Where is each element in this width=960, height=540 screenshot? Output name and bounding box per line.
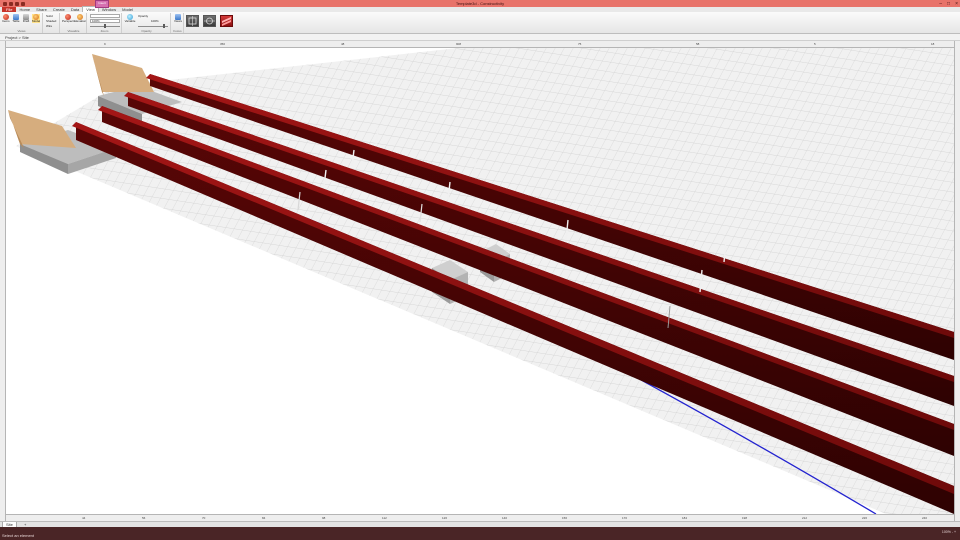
group-label-opacity: Opacity <box>141 29 152 33</box>
views-button[interactable]: Views <box>173 14 183 23</box>
draft-label: Draft <box>22 20 30 23</box>
model-view-icon <box>222 17 231 26</box>
style-option-wire[interactable]: Wire <box>46 24 52 28</box>
model-button[interactable]: Model <box>32 14 40 23</box>
status-bar: Select an element 100% - + <box>0 527 960 540</box>
ruler-bottom: 44 56 70 84 98 112 126 140 156 170 184 1… <box>6 514 954 521</box>
document-path-bar: Project > Site <box>0 34 960 41</box>
ruler-top-label: 908 <box>456 42 462 46</box>
ruler-bottom-label: 84 <box>262 516 266 520</box>
maximize-icon[interactable]: □ <box>947 1 950 7</box>
close-icon[interactable]: × <box>955 1 958 7</box>
ruler-bottom-label: 98 <box>322 516 326 520</box>
3d-scene[interactable] <box>6 48 954 514</box>
ribbon: Items Table Draft Model Views Solid Shad… <box>0 12 960 34</box>
ruler-bottom-label: 240 <box>922 516 928 520</box>
scale-combo[interactable]: 100% <box>90 19 120 23</box>
ruler-bottom-label: 70 <box>202 516 206 520</box>
views-label: Views <box>174 20 182 23</box>
ribbon-group-focus: Views Focus <box>172 13 184 33</box>
ruler-bottom-label: 140 <box>502 516 508 520</box>
section-view-thumbnail[interactable] <box>203 15 216 27</box>
draft-button[interactable]: Draft <box>22 14 30 23</box>
minimize-icon[interactable]: – <box>939 1 942 7</box>
perspective-button[interactable]: Perspective <box>62 14 74 23</box>
ruler-bottom-label: 126 <box>442 516 448 520</box>
ribbon-group-style: Solid Shaded Wire <box>44 13 60 33</box>
group-label-focus: Focus <box>173 29 182 33</box>
elevation-label: Elevation <box>74 20 86 23</box>
ribbon-group-opacity: Variable Opacity 100% Opacity <box>123 13 171 33</box>
ruler-bottom-label: 156 <box>562 516 568 520</box>
plan-view-icon <box>188 16 197 26</box>
status-zoom[interactable]: 100% - + <box>942 530 956 534</box>
window-controls: – □ × <box>939 0 958 7</box>
ruler-bottom-label: 212 <box>802 516 808 520</box>
model-viewport[interactable] <box>6 48 954 514</box>
model-view-thumbnail[interactable] <box>220 15 233 27</box>
ruler-right <box>954 41 960 521</box>
model-label: Model <box>32 20 40 23</box>
ruler-top-label: 48 <box>341 42 345 46</box>
window-title: Template3d - Constructivity <box>455 1 505 6</box>
table-label: Table <box>12 20 20 23</box>
ruler-bottom-label: 184 <box>682 516 688 520</box>
group-label-views: Views <box>17 29 26 33</box>
zoom-slider-handle[interactable] <box>104 24 106 28</box>
ruler-top-label: 5 <box>814 42 816 46</box>
table-button[interactable]: Table <box>12 14 20 23</box>
ruler-bottom-label: 56 <box>142 516 146 520</box>
ruler-bottom-label: 170 <box>622 516 628 520</box>
group-label-visualize: Visualize <box>67 29 80 33</box>
ruler-top-label: 9 <box>104 42 106 46</box>
plan-view-thumbnail[interactable] <box>186 15 199 27</box>
ruler-bottom-label: 112 <box>382 516 387 520</box>
context-tab-label: Insert <box>98 1 106 5</box>
items-button[interactable]: Items <box>2 14 10 23</box>
context-tab-insert[interactable]: Insert <box>95 0 109 8</box>
ruler-top-label: 350 <box>220 42 226 46</box>
ruler-top: 9 350 48 908 75 58 5 18 <box>6 41 954 48</box>
opacity-label: Opacity <box>138 14 149 18</box>
view-combo[interactable] <box>90 14 120 18</box>
ruler-bottom-label: 198 <box>742 516 748 520</box>
ruler-top-label: 58 <box>696 42 700 46</box>
elevation-button[interactable]: Elevation <box>74 14 86 23</box>
opacity-slider-handle[interactable] <box>163 24 165 28</box>
ruler-bottom-label: 226 <box>862 516 868 520</box>
perspective-label: Perspective <box>62 20 74 23</box>
ruler-top-label: 18 <box>931 42 935 46</box>
opacity-value: 100% <box>151 19 159 23</box>
breadcrumb[interactable]: Project > Site <box>5 35 29 40</box>
ruler-bottom-label: 44 <box>82 516 86 520</box>
group-label-zoom: Zoom <box>100 29 109 33</box>
ribbon-group-views: Items Table Draft Model Views <box>1 13 43 33</box>
title-bar: Template3d - Constructivity – □ × <box>0 0 960 7</box>
items-label: Items <box>2 20 10 23</box>
section-view-icon <box>204 17 215 25</box>
variable-button[interactable]: Variable <box>124 14 136 23</box>
style-option-shaded[interactable]: Shaded <box>46 19 56 23</box>
ribbon-group-zoom: 100% Zoom <box>88 13 122 33</box>
ruler-top-label: 75 <box>578 42 582 46</box>
status-message: Select an element <box>2 533 35 538</box>
ribbon-group-visualize: Perspective Elevation Visualize <box>61 13 87 33</box>
variable-label: Variable <box>124 20 136 23</box>
app-window: Template3d - Constructivity – □ × File H… <box>0 0 960 540</box>
style-option-solid[interactable]: Solid <box>46 14 53 18</box>
